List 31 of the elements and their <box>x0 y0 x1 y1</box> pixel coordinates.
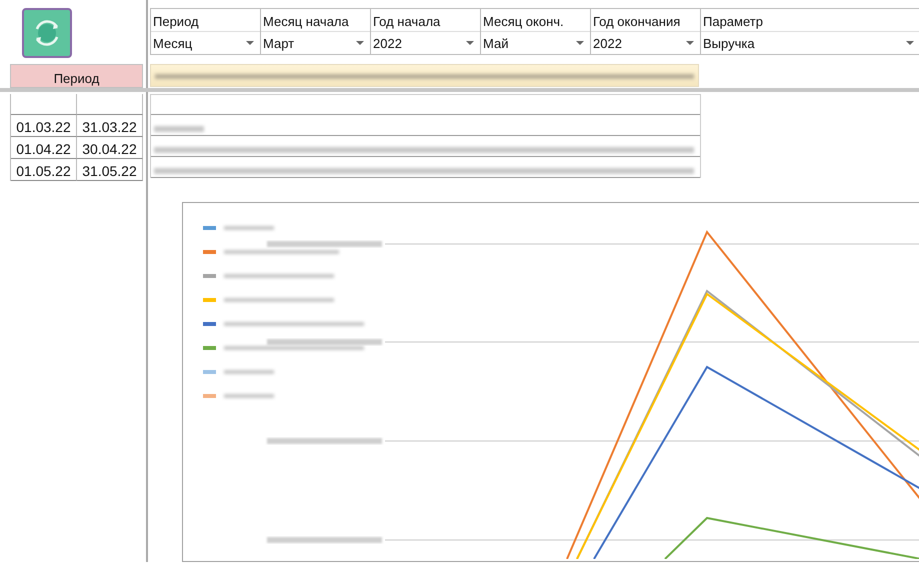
filter-label: Год начала <box>371 9 480 32</box>
filter-dropdown[interactable]: Выручка <box>701 32 919 54</box>
caret-icon <box>576 41 584 45</box>
caret-icon <box>246 41 254 45</box>
filter-dropdown[interactable]: Май <box>481 32 590 54</box>
column-header: Период <box>10 64 143 88</box>
filter-label: Год окончания <box>591 9 700 32</box>
filter-label: Параметр <box>701 9 919 32</box>
table-cell: 01.05.22 <box>11 159 77 181</box>
caret-icon <box>356 41 364 45</box>
blurred-text <box>154 126 204 132</box>
filter-dropdown[interactable]: 2022 <box>371 32 480 54</box>
table-cell: 30.04.22 <box>77 137 143 159</box>
filter-label: Месяц начала <box>261 9 370 32</box>
filter-dropdown[interactable]: Месяц <box>151 32 260 54</box>
blurred-text <box>224 226 274 230</box>
table-cell: 31.05.22 <box>77 159 143 181</box>
table-cell <box>77 94 143 115</box>
filter-label: Месяц оконч. <box>481 9 590 32</box>
table-cell: 01.04.22 <box>11 137 77 159</box>
filter-label: Период <box>151 9 260 32</box>
table-cell: 31.03.22 <box>77 115 143 137</box>
filter-dropdown[interactable]: Март <box>261 32 370 54</box>
blurred-text <box>224 370 274 374</box>
caret-icon <box>686 41 694 45</box>
caret-icon <box>906 41 914 45</box>
blurred-text <box>224 394 274 398</box>
table-cell: 01.03.22 <box>11 115 77 137</box>
caret-icon <box>466 41 474 45</box>
filter-dropdown[interactable]: 2022 <box>591 32 700 54</box>
refresh-button[interactable] <box>22 8 72 58</box>
